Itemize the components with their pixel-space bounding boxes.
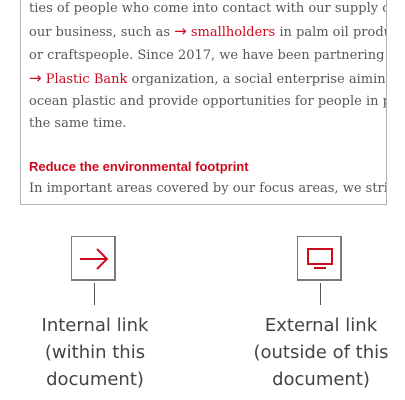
smallholders-link[interactable]: smallholders (191, 25, 275, 40)
arrow-right-icon (80, 248, 109, 270)
arrow-right-icon: → (174, 22, 187, 41)
plastic-bank-link[interactable]: Plastic Bank (46, 72, 128, 87)
text-line-3: or craftspeople. Since 2017, we have bee… (29, 47, 386, 63)
body-paragraph-2: In important areas covered by our focus … (29, 181, 386, 196)
text-line-6: the same time. (29, 116, 127, 132)
internal-link-legend-box (71, 236, 116, 281)
text-line-2-end: in palm oil production (279, 25, 386, 41)
text-line-2-start: our business, such as (29, 25, 170, 41)
external-link-legend-box (297, 236, 342, 281)
text-line-5: ocean plastic and provide opportunities … (29, 94, 386, 110)
external-label-line-3: document) (272, 369, 370, 390)
document-excerpt: ties of people who come into contact wit… (20, 0, 387, 205)
text-line-1: ties of people who come into contact wit… (29, 1, 386, 16)
internal-link-legend-text: Internal link (within this document) (10, 312, 180, 393)
external-link-legend-text: External link (outside of this document) (236, 312, 405, 393)
section-heading: Reduce the environmental footprint (29, 159, 249, 174)
arrow-right-icon: → (29, 68, 42, 87)
text-line-4-end: organization, a social enterprise aiming… (131, 71, 386, 87)
body-paragraph: ties of people who come into contact wit… (29, 0, 386, 136)
external-label-line-2: (outside of this (253, 342, 389, 363)
internal-label-line-1: Internal link (41, 315, 149, 336)
internal-label-line-3: document) (46, 369, 144, 390)
internal-legend-connector (94, 283, 95, 305)
external-legend-connector (320, 283, 321, 305)
monitor-icon (307, 248, 333, 269)
external-label-line-1: External link (264, 315, 378, 336)
internal-label-line-2: (within this (44, 342, 146, 363)
